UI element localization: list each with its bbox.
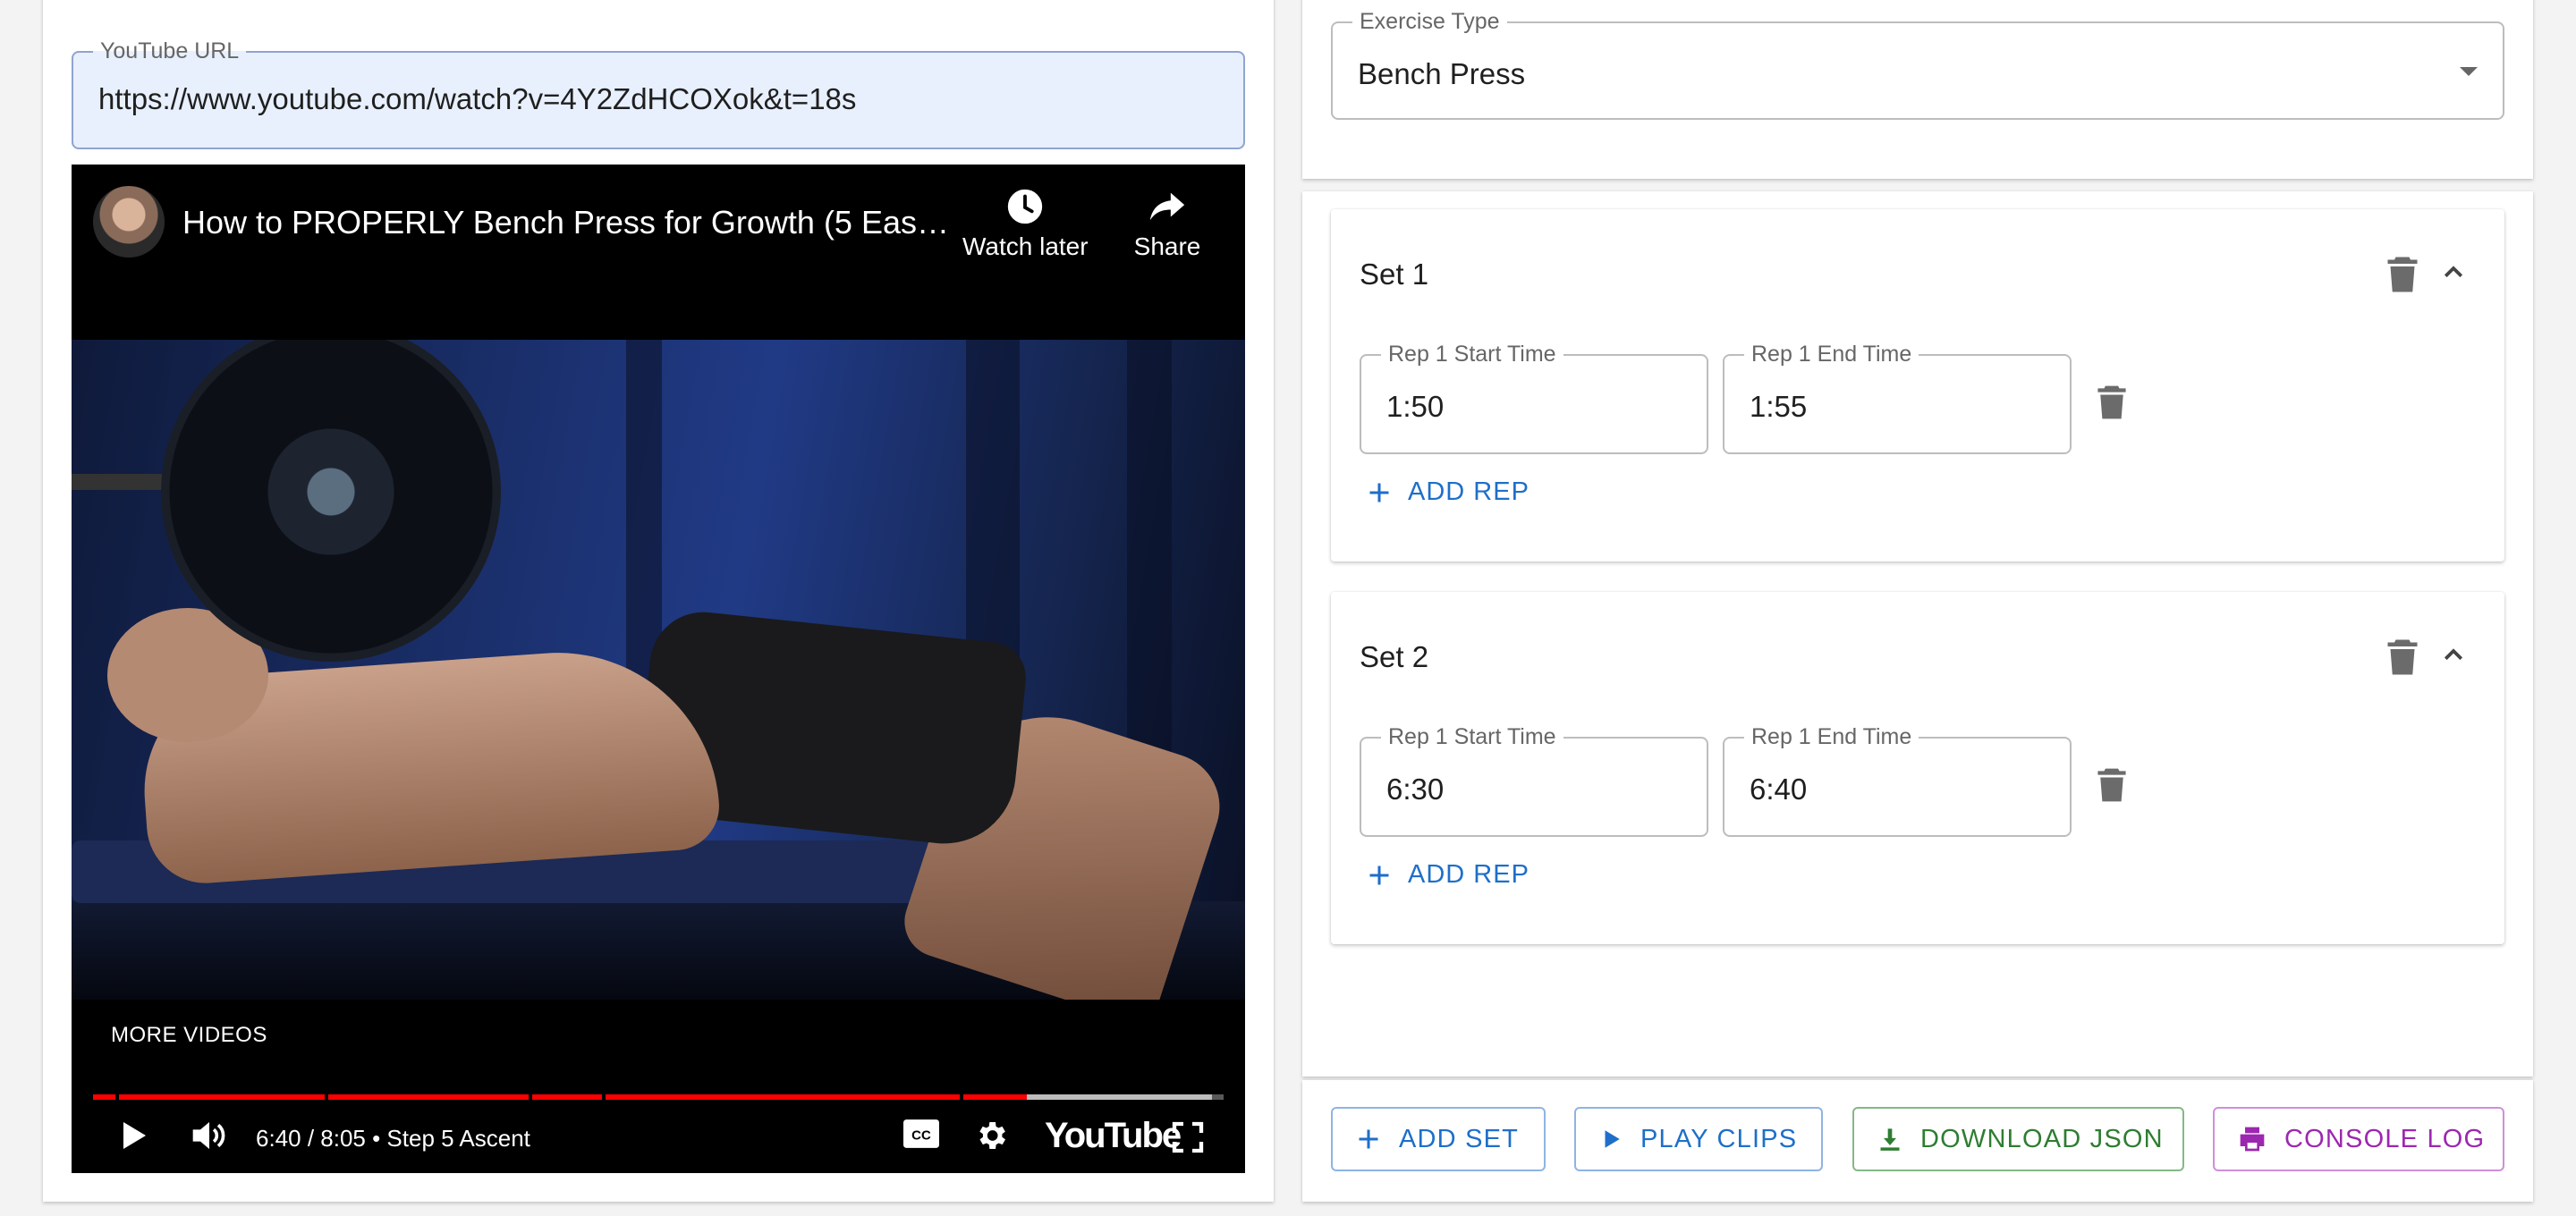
- time-display: 6:40 / 8:05 • Step 5 Ascent: [256, 1125, 530, 1152]
- chevron-up-icon: [2444, 648, 2463, 661]
- console-log-label: CONSOLE LOG: [2284, 1124, 2486, 1153]
- cc-icon: CC: [903, 1119, 939, 1148]
- download-json-label: DOWNLOAD JSON: [1920, 1124, 2164, 1153]
- plus-icon: [1359, 1129, 1378, 1149]
- rep-end-time-field[interactable]: Rep 1 End Time 1:55: [1723, 342, 2072, 454]
- watch-later-label: Watch later: [962, 232, 1089, 260]
- play-clips-button[interactable]: PLAY CLIPS: [1574, 1107, 1823, 1171]
- rep-start-time-field[interactable]: Rep 1 Start Time 1:50: [1360, 342, 1708, 454]
- set-card: Set 2 Rep 1 Start Time 6:30 Rep 1 End Ti…: [1331, 592, 2504, 944]
- rep-start-time-value[interactable]: 1:50: [1386, 390, 1444, 424]
- add-rep-label: ADD REP: [1408, 860, 1530, 889]
- delete-set-button[interactable]: [2386, 638, 2419, 680]
- video-title[interactable]: How to PROPERLY Bench Press for Growth (…: [182, 204, 952, 241]
- rep-start-time-label: Rep 1 Start Time: [1381, 724, 1563, 749]
- rep-start-time-field[interactable]: Rep 1 Start Time 6:30: [1360, 724, 1708, 837]
- share-label: Share: [1133, 232, 1201, 260]
- fullscreen-icon: [1172, 1121, 1204, 1153]
- barbell-plate: [161, 340, 501, 662]
- rep-end-time-value[interactable]: 1:55: [1750, 390, 1807, 424]
- progress-bar[interactable]: [93, 1094, 1224, 1100]
- youtube-url-label: YouTube URL: [93, 38, 247, 63]
- set-title: Set 1: [1360, 258, 1429, 291]
- console-log-button[interactable]: CONSOLE LOG: [2213, 1107, 2504, 1171]
- volume-button[interactable]: [190, 1118, 229, 1158]
- progress-played: [93, 1094, 1028, 1100]
- youtube-player[interactable]: How to PROPERLY Bench Press for Growth (…: [72, 165, 1245, 1173]
- play-icon: [123, 1122, 146, 1149]
- exercise-type-value[interactable]: Bench Press: [1358, 57, 1525, 91]
- clock-icon: [1007, 189, 1043, 224]
- chapter-marker: [960, 1094, 964, 1100]
- captions-button[interactable]: CC: [903, 1119, 939, 1153]
- add-set-label: ADD SET: [1399, 1124, 1520, 1153]
- settings-button[interactable]: [973, 1118, 1009, 1158]
- play-button[interactable]: [114, 1118, 150, 1158]
- chevron-up-icon: [2444, 266, 2463, 278]
- play-icon: [1605, 1130, 1620, 1148]
- add-rep-label: ADD REP: [1408, 477, 1530, 506]
- youtube-logo[interactable]: YouTube: [1045, 1116, 1182, 1156]
- collapse-set-button[interactable]: [2440, 259, 2467, 291]
- download-json-button[interactable]: DOWNLOAD JSON: [1852, 1107, 2184, 1171]
- delete-rep-button[interactable]: [2097, 384, 2127, 425]
- more-videos-button[interactable]: MORE VIDEOS: [111, 1023, 267, 1048]
- delete-set-button[interactable]: [2386, 256, 2419, 298]
- share-button[interactable]: Share: [1105, 186, 1230, 261]
- chapter-marker: [115, 1094, 120, 1100]
- share-arrow-icon: [1149, 192, 1185, 221]
- rep-start-time-value[interactable]: 6:30: [1386, 773, 1444, 806]
- collapse-set-button[interactable]: [2440, 642, 2467, 673]
- chapter-marker: [601, 1094, 606, 1100]
- chapter-marker: [325, 1094, 329, 1100]
- plus-icon: [1369, 483, 1389, 502]
- caret-down-icon[interactable]: [2460, 67, 2478, 76]
- youtube-url-value[interactable]: https://www.youtube.com/watch?v=4Y2ZdHCO…: [98, 82, 856, 116]
- svg-text:CC: CC: [911, 1128, 931, 1144]
- set-card: Set 1 Rep 1 Start Time 1:50 Rep 1 End Ti…: [1331, 209, 2504, 562]
- rep-start-time-label: Rep 1 Start Time: [1381, 342, 1563, 367]
- chapter-marker: [528, 1094, 532, 1100]
- gear-icon: [979, 1122, 1005, 1149]
- trash-icon: [2387, 639, 2418, 675]
- rep-end-time-value[interactable]: 6:40: [1750, 773, 1807, 806]
- rep-end-time-label: Rep 1 End Time: [1744, 342, 1919, 367]
- volume-icon: [192, 1122, 225, 1149]
- add-rep-button[interactable]: ADD REP: [1367, 860, 1530, 890]
- add-rep-button[interactable]: ADD REP: [1367, 477, 1530, 507]
- plus-icon: [1369, 866, 1389, 884]
- fullscreen-button[interactable]: [1170, 1119, 1206, 1160]
- trash-icon: [2097, 385, 2126, 419]
- trash-icon: [2387, 257, 2418, 292]
- youtube-url-field[interactable]: YouTube URL https://www.youtube.com/watc…: [72, 38, 1245, 149]
- channel-avatar[interactable]: [93, 186, 165, 258]
- play-clips-label: PLAY CLIPS: [1640, 1124, 1798, 1153]
- set-title: Set 2: [1360, 640, 1429, 673]
- video-frame[interactable]: [72, 340, 1245, 1000]
- watch-later-button[interactable]: Watch later: [962, 186, 1089, 261]
- rep-end-time-field[interactable]: Rep 1 End Time 6:40: [1723, 724, 2072, 837]
- trash-icon: [2097, 768, 2126, 802]
- add-set-button[interactable]: ADD SET: [1331, 1107, 1546, 1171]
- download-icon: [1880, 1128, 1900, 1151]
- delete-rep-button[interactable]: [2097, 767, 2127, 807]
- rep-end-time-label: Rep 1 End Time: [1744, 724, 1919, 749]
- exercise-type-select[interactable]: Exercise Type Bench Press: [1331, 9, 2504, 120]
- printer-icon: [2240, 1127, 2265, 1152]
- exercise-type-label: Exercise Type: [1352, 9, 1507, 34]
